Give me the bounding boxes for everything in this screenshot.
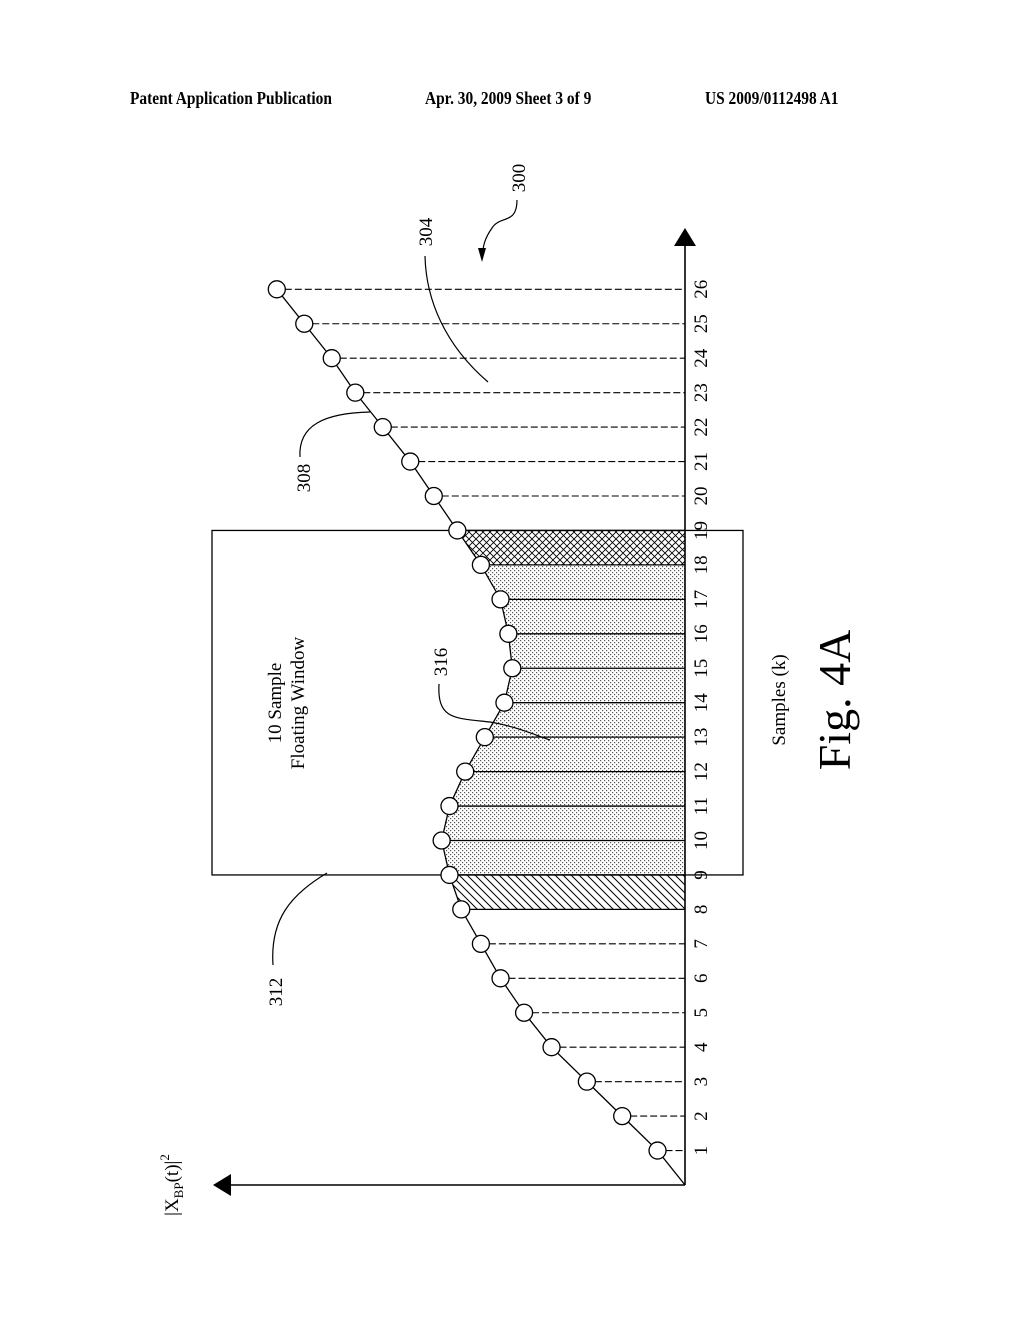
sample-point-17: [491, 590, 510, 609]
ref-304: 304: [416, 217, 437, 246]
tick-label-5: 5: [691, 1008, 712, 1018]
ref-300-arrowhead: [478, 248, 486, 262]
tick-label-24: 24: [691, 348, 712, 368]
y-label-mid: (t)|: [162, 1161, 183, 1183]
tick-label-18: 18: [691, 555, 712, 574]
tick-label-20: 20: [691, 487, 712, 506]
tick-label-22: 22: [691, 418, 712, 437]
y-label-sub: BP: [171, 1182, 186, 1198]
sample-point-2: [613, 1106, 632, 1126]
sample-point-16: [499, 624, 518, 643]
tick-label-1: 1: [691, 1146, 712, 1156]
tick-label-4: 4: [691, 1042, 712, 1052]
sample-tick-labels: 1234567891011121314151617181920212223242…: [691, 280, 712, 1156]
y-label-main: |X: [162, 1198, 183, 1216]
tick-label-8: 8: [691, 905, 712, 915]
sample-point-10: [432, 831, 451, 850]
sample-point-11: [440, 796, 459, 816]
tick-label-6: 6: [691, 974, 712, 984]
sample-point-24: [322, 349, 341, 368]
tick-label-7: 7: [691, 939, 712, 949]
ref-300: 300: [509, 164, 530, 193]
sample-point-14: [495, 693, 514, 712]
samples-axis-arrowhead: [674, 228, 696, 246]
tick-label-16: 16: [691, 624, 712, 643]
sample-point-20: [424, 486, 443, 506]
sample-point-21: [401, 452, 420, 471]
sample-point-1: [648, 1141, 667, 1160]
ref-308: 308: [294, 464, 315, 493]
sample-point-22: [373, 417, 392, 437]
ref-308-leader: [299, 411, 371, 458]
tick-label-9: 9: [691, 870, 712, 880]
svg-text:|XBP(t)|2: |XBP(t)|2: [157, 1154, 186, 1216]
tick-label-2: 2: [691, 1111, 712, 1121]
sample-point-6: [491, 969, 510, 988]
tick-label-11: 11: [691, 797, 712, 815]
sample-point-3: [577, 1072, 597, 1091]
sample-point-26: [267, 280, 286, 299]
sample-point-19: [448, 521, 467, 540]
sample-point-23: [346, 383, 365, 402]
y-axis-label: |XBP(t)|2: [157, 1154, 186, 1216]
y-label-sup: 2: [157, 1154, 172, 1161]
sample-point-4: [542, 1038, 561, 1057]
sample-point-7: [471, 934, 491, 953]
region-diagonal-hatch: [449, 874, 685, 910]
region-stipple: [441, 840, 685, 875]
tick-label-15: 15: [691, 659, 712, 678]
window-label-line1: 10 Sample: [265, 663, 286, 744]
window-regions: [441, 530, 685, 910]
sample-point-12: [456, 762, 475, 781]
sample-point-8: [452, 900, 471, 919]
window-label-line2: Floating Window: [288, 637, 309, 770]
sample-point-15: [503, 659, 522, 678]
region-stipple: [480, 564, 685, 600]
sample-point-18: [471, 555, 491, 575]
tick-label-26: 26: [691, 280, 712, 299]
tick-label-19: 19: [691, 521, 712, 540]
tick-label-10: 10: [691, 831, 712, 850]
magnitude-axis-arrowhead: [213, 1174, 231, 1196]
sample-point-5: [514, 1003, 534, 1022]
region-cross-hatch: [457, 530, 685, 565]
tick-label-14: 14: [691, 693, 712, 713]
sample-point-25: [295, 314, 314, 333]
tick-label-17: 17: [691, 590, 712, 609]
tick-label-21: 21: [691, 452, 712, 471]
ref-312-leader: [272, 872, 328, 966]
figure-caption: Fig. 4A: [809, 630, 860, 771]
region-stipple: [449, 771, 685, 807]
sample-point-13: [475, 728, 494, 747]
x-axis-label: Samples (k): [769, 654, 790, 745]
tick-label-3: 3: [691, 1077, 712, 1087]
region-stipple: [508, 633, 685, 669]
tick-label-13: 13: [691, 728, 712, 747]
tick-label-12: 12: [691, 762, 712, 781]
tick-label-23: 23: [691, 383, 712, 402]
region-stipple: [465, 737, 685, 772]
ref-316: 316: [431, 648, 452, 677]
figure-4a: 1234567891011121314151617181920212223242…: [157, 164, 860, 1216]
region-stipple: [504, 668, 685, 703]
region-stipple: [500, 599, 685, 634]
tick-label-25: 25: [691, 314, 712, 333]
ref-304-leader: [424, 255, 489, 383]
region-stipple: [441, 806, 685, 841]
ref-300-leader: [481, 199, 518, 259]
ref-312: 312: [266, 978, 287, 1007]
sample-point-9: [440, 865, 459, 885]
region-stipple: [484, 702, 685, 738]
